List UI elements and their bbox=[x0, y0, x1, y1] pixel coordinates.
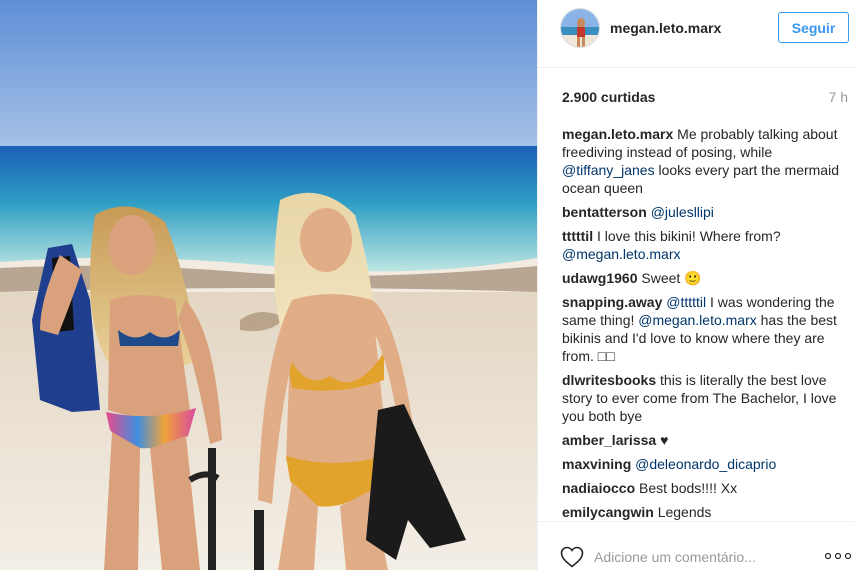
comments-list: megan.leto.marx Me probably talking abou… bbox=[562, 125, 848, 521]
comment-item: amber_larissa ♥ bbox=[562, 431, 848, 449]
comment-mention-link[interactable]: @tiffany_janes bbox=[562, 162, 655, 178]
add-comment-input[interactable] bbox=[594, 546, 794, 568]
comment-username[interactable]: amber_larissa bbox=[562, 432, 656, 448]
user-avatar[interactable] bbox=[560, 8, 600, 48]
likes-count[interactable]: 2.900 curtidas bbox=[562, 89, 655, 105]
comment-username[interactable]: bentatterson bbox=[562, 204, 647, 220]
comment-item: bentatterson @julesllipi bbox=[562, 203, 848, 221]
username[interactable]: megan.leto.marx bbox=[610, 20, 721, 36]
comment-username[interactable]: udawg1960 bbox=[562, 270, 637, 286]
comment-mention-link[interactable]: @julesllipi bbox=[651, 204, 714, 220]
post-footer bbox=[538, 521, 854, 570]
comment-username[interactable]: tttttil bbox=[562, 228, 593, 244]
heart-outline-icon[interactable] bbox=[560, 546, 584, 568]
comment-item: nadiaiocco Best bods!!!! Xx bbox=[562, 479, 848, 497]
comment-item: dlwritesbooks this is literally the best… bbox=[562, 371, 848, 425]
comment-text: Sweet 🙂 bbox=[641, 270, 702, 286]
comment-text: ♥ bbox=[660, 432, 669, 448]
comment-text: Legends bbox=[657, 504, 712, 520]
follow-button[interactable]: Seguir bbox=[778, 12, 849, 43]
comment-username[interactable]: megan.leto.marx bbox=[562, 126, 673, 142]
comment-username[interactable]: maxvining bbox=[562, 456, 631, 472]
comment-username[interactable]: nadiaiocco bbox=[562, 480, 635, 496]
comment-mention-link[interactable]: @megan.leto.marx bbox=[562, 246, 680, 262]
post-header: megan.leto.marx Seguir bbox=[538, 0, 854, 68]
comment-username[interactable]: emilycangwin bbox=[562, 504, 654, 520]
comment-item: maxvining @deleonardo_dicaprio bbox=[562, 455, 848, 473]
post-photo[interactable] bbox=[0, 0, 537, 570]
comment-item: emilycangwin Legends bbox=[562, 503, 848, 521]
comment-mention-link[interactable]: @tttttil bbox=[666, 294, 706, 310]
comment-text: I love this bikini! Where from? bbox=[596, 228, 781, 244]
comment-username[interactable]: snapping.away bbox=[562, 294, 662, 310]
comment-item: snapping.away @tttttil I was wondering t… bbox=[562, 293, 848, 365]
comment-text: Best bods!!!! Xx bbox=[639, 480, 738, 496]
post-details-panel: megan.leto.marx Seguir 2.900 curtidas 7 … bbox=[537, 0, 854, 570]
comment-item: tttttil I love this bikini! Where from? … bbox=[562, 227, 848, 263]
comment-mention-link[interactable]: @megan.leto.marx bbox=[638, 312, 756, 328]
comment-item: udawg1960 Sweet 🙂 bbox=[562, 269, 848, 287]
instagram-post: megan.leto.marx Seguir 2.900 curtidas 7 … bbox=[0, 0, 854, 570]
comment-mention-link[interactable]: @deleonardo_dicaprio bbox=[635, 456, 776, 472]
comment-item: megan.leto.marx Me probably talking abou… bbox=[562, 125, 848, 197]
beach-photo-image bbox=[0, 0, 537, 570]
more-options-icon[interactable] bbox=[824, 550, 852, 562]
comment-username[interactable]: dlwritesbooks bbox=[562, 372, 656, 388]
avatar-image bbox=[561, 9, 599, 47]
post-time: 7 h bbox=[828, 89, 848, 105]
